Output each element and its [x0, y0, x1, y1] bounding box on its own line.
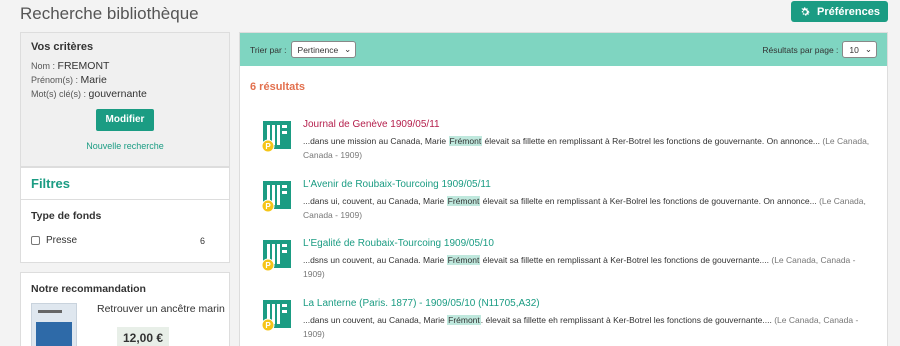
prenom-value: Marie	[80, 74, 107, 86]
sort-select[interactable]: Pertinence ⌄	[290, 41, 357, 58]
newspaper-icon: P	[261, 240, 291, 272]
newspaper-icon: P	[261, 300, 291, 332]
presse-count: 6	[199, 235, 205, 246]
preferences-button[interactable]: Préférences	[791, 1, 888, 22]
result-snippet: ...dans une mission au Canada, Marie Fré…	[303, 136, 870, 160]
result-snippet: ...dans ui, couvent, au Canada, Marie Fr…	[303, 196, 866, 220]
criteria-nom: Nom : FREMONT	[31, 59, 219, 73]
svg-text:P: P	[265, 261, 271, 270]
nom-value: FREMONT	[57, 60, 110, 72]
result-title-link[interactable]: Journal de Genève 1909/05/11	[303, 119, 440, 130]
results-count: 6 résultats	[250, 81, 306, 93]
page-title: Recherche bibliothèque	[20, 4, 199, 23]
result-title-link[interactable]: L'Avenir de Roubaix-Tourcoing 1909/05/11	[303, 179, 491, 190]
newspaper-icon: P	[261, 121, 291, 153]
nom-label: Nom :	[31, 61, 56, 71]
mots-value: gouvernante	[88, 88, 147, 100]
newspaper-icon: P	[261, 181, 291, 213]
per-page-select[interactable]: 10 ⌄	[842, 41, 877, 58]
svg-text:P: P	[265, 142, 271, 151]
filters-panel: Filtres Type de fonds Presse 6	[20, 167, 230, 263]
results-panel: Trier par : Pertinence ⌄ Résultats par pa…	[239, 32, 888, 346]
book-cover-image[interactable]	[31, 303, 77, 346]
presse-label: Presse	[46, 235, 78, 246]
result-title-link[interactable]: L'Egalité de Roubaix-Tourcoing 1909/05/1…	[303, 238, 494, 249]
preferences-label: Préférences	[817, 5, 880, 18]
svg-text:P: P	[265, 321, 271, 330]
results-toolbar: Trier par : Pertinence ⌄ Résultats par pa…	[240, 33, 887, 66]
result-snippet: ...dans un couvent, au Canada, Marie Fré…	[303, 315, 859, 339]
gear-icon	[801, 6, 810, 16]
sort-value: Pertinence	[297, 44, 339, 55]
prenom-label: Prénom(s) :	[31, 75, 79, 85]
new-search-link[interactable]: Nouvelle recherche	[31, 141, 219, 151]
fund-type-title: Type de fonds	[31, 210, 102, 222]
result-title-link[interactable]: La Lanterne (Paris. 1877) - 1909/05/10 (…	[303, 298, 540, 309]
result-snippet: ...dsns un couvent, au Canada. Marie Fré…	[303, 255, 856, 279]
chevron-down-icon: ⌄	[344, 44, 352, 54]
filter-option-presse[interactable]: Presse 6	[21, 222, 229, 246]
filters-title: Filtres	[21, 168, 229, 200]
criteria-title: Vos critères	[31, 41, 94, 53]
book-title[interactable]: Retrouver un ancêtre marin	[97, 303, 225, 315]
modify-button[interactable]: Modifier	[96, 109, 154, 131]
book-price: 12,00 €	[117, 327, 170, 346]
sort-label: Trier par :	[250, 44, 287, 55]
recommendation-title: Notre recommandation	[31, 283, 146, 295]
criteria-mots: Mot(s) clé(s) : gouvernante	[31, 87, 219, 101]
chevron-down-icon: ⌄	[864, 44, 872, 54]
mots-label: Mot(s) clé(s) :	[31, 89, 86, 99]
criteria-prenom: Prénom(s) : Marie	[31, 73, 219, 87]
svg-text:P: P	[265, 202, 271, 211]
per-page-label: Résultats par page :	[762, 44, 839, 55]
recommendation-panel: Notre recommandation Retrouver un ancêtr…	[20, 272, 230, 346]
presse-checkbox[interactable]	[31, 236, 40, 245]
criteria-panel: Vos critères Nom : FREMONT Prénom(s) : M…	[20, 32, 230, 167]
per-page-value: 10	[849, 44, 859, 55]
